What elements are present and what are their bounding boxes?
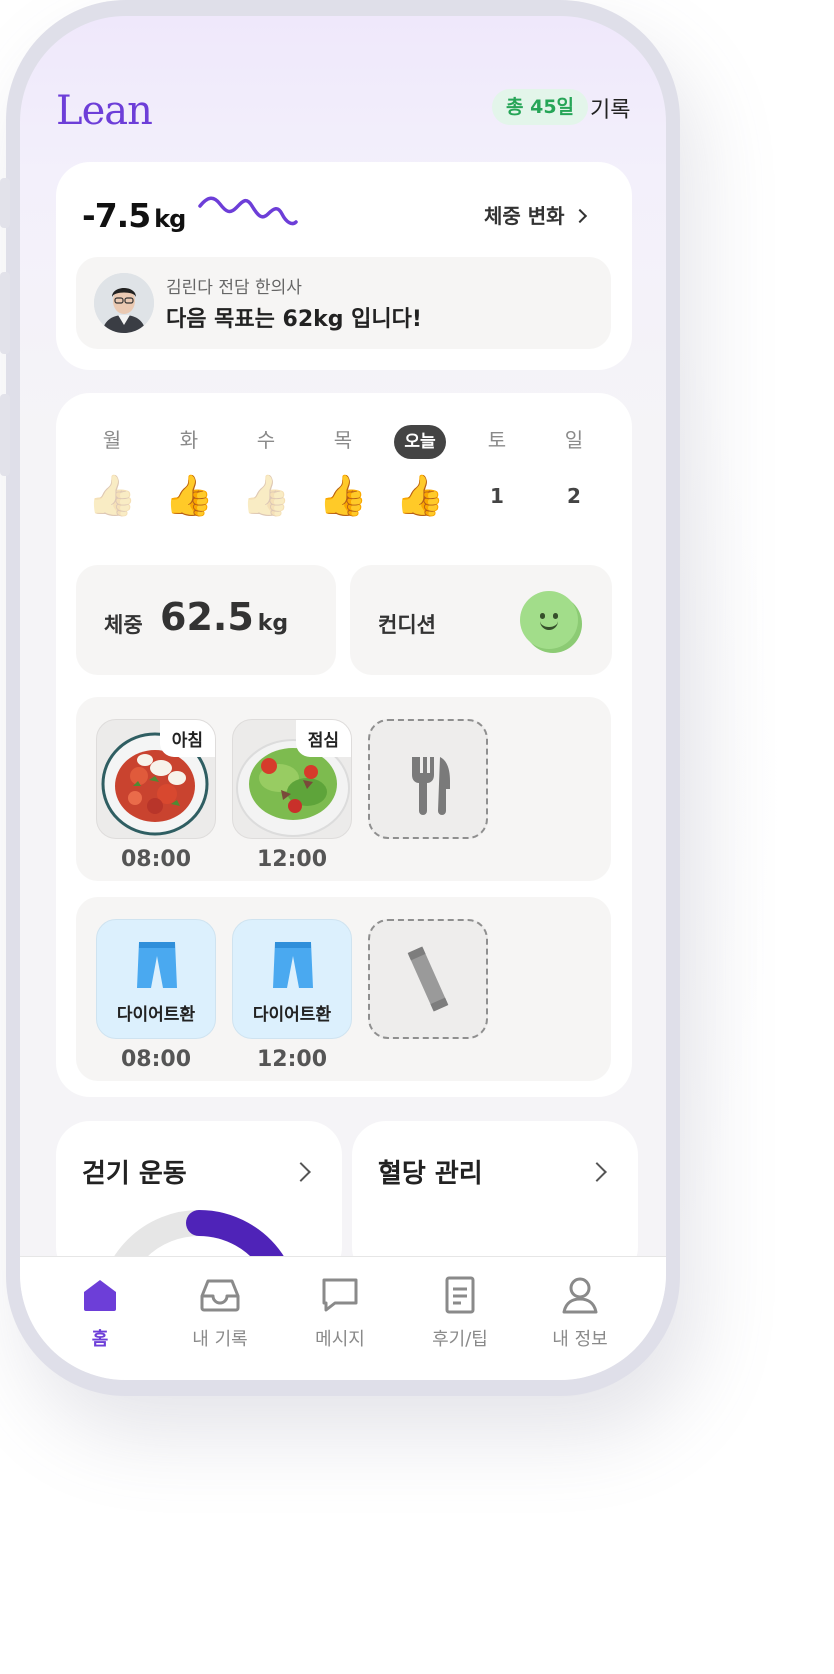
sparkline-icon — [198, 196, 298, 226]
message-icon — [280, 1275, 400, 1315]
weight-unit: kg — [257, 611, 289, 636]
meal-photo-breakfast[interactable]: 아침 — [96, 719, 216, 839]
tab-label: 홈 — [91, 1329, 109, 1350]
doctor-avatar — [94, 273, 154, 333]
meal-time: 08:00 — [120, 847, 192, 872]
phone-screen: Lean 총 45일 기록 -7.5 kg 체중 변화 김린다 전담 한의사 다… — [20, 16, 666, 1380]
weekday-5[interactable]: 토1 — [469, 423, 525, 525]
app-logo: Lean — [56, 88, 153, 134]
supplement-item[interactable]: 다이어트환 — [96, 919, 216, 1039]
weekday-label: 월 — [102, 428, 122, 452]
tab-reviews[interactable]: 후기/팁 — [400, 1275, 520, 1351]
weekday-label: 화 — [179, 428, 199, 452]
total-days-badge: 총 45일 — [492, 89, 589, 125]
supplement-item[interactable]: 다이어트환 — [232, 919, 352, 1039]
document-icon — [400, 1275, 520, 1315]
chevron-right-icon — [572, 208, 587, 224]
volume-down-button — [0, 394, 10, 476]
weight-summary-card: -7.5 kg 체중 변화 김린다 전담 한의사 다음 목표는 62kg 입니다… — [56, 162, 632, 370]
pants-icon — [137, 942, 177, 988]
weight-change-value: -7.5 — [82, 196, 151, 235]
supplement-list: 다이어트환 08:00 다이어트환 12:00 — [76, 897, 611, 1081]
weekday-label: 토 — [487, 428, 507, 452]
thumbs-up-icon: 👍 — [395, 473, 445, 519]
tab-label: 후기/팁 — [432, 1329, 488, 1350]
supplement-label: 다이어트환 — [252, 1005, 332, 1025]
doctor-message[interactable]: 김린다 전담 한의사 다음 목표는 62kg 입니다! — [76, 257, 611, 349]
tab-my-records[interactable]: 내 기록 — [160, 1275, 280, 1351]
today-pill: 오늘 — [394, 425, 446, 459]
weekday-label: 일 — [564, 428, 584, 452]
weekday-label: 수 — [256, 428, 276, 452]
weight-change-link-label: 체중 변화 — [484, 204, 565, 228]
weekday-0[interactable]: 월 👍 — [84, 423, 140, 525]
weekday-label: 목 — [333, 428, 353, 452]
tab-messages[interactable]: 메시지 — [280, 1275, 400, 1351]
pants-icon — [273, 942, 313, 988]
tab-label: 내 기록 — [192, 1329, 248, 1350]
week-strip: 월 👍 화 👍 수 👍 목 👍 오늘 👍 토 1 일 2 — [56, 423, 632, 533]
tab-label: 내 정보 — [552, 1329, 608, 1350]
mute-switch — [0, 178, 10, 228]
weight-change: -7.5 kg — [82, 196, 186, 235]
today-label: 오늘 — [392, 423, 448, 459]
chevron-right-icon — [291, 1162, 311, 1182]
daily-tracking-card: 월 👍 화 👍 수 👍 목 👍 오늘 👍 토 1 일 2 체중 62.5 kg 컨디션 — [56, 393, 632, 1097]
weight-number: 62.5 — [160, 595, 254, 639]
volume-up-button — [0, 272, 10, 354]
bottom-tab-bar: 홈 내 기록 메시지 후기/팁 내 정보 — [20, 1256, 666, 1380]
home-icon — [40, 1275, 160, 1315]
weight-stat[interactable]: 체중 62.5 kg — [76, 565, 336, 675]
meal-tag: 아침 — [159, 720, 215, 757]
smiley-icon — [520, 591, 578, 649]
supplement-time: 12:00 — [256, 1047, 328, 1072]
weight-change-link[interactable]: 체중 변화 — [484, 200, 587, 229]
thumbs-up-icon: 👍 — [241, 473, 291, 519]
add-meal-button[interactable] — [368, 719, 488, 839]
record-link[interactable]: 기록 — [590, 92, 630, 124]
weekday-2[interactable]: 수 👍 — [238, 423, 294, 525]
add-supplement-button[interactable] — [368, 919, 488, 1039]
meal-list: 아침 08:00 점심 12:00 — [76, 697, 611, 881]
tab-my-info[interactable]: 내 정보 — [520, 1275, 640, 1351]
meal-time: 12:00 — [256, 847, 328, 872]
thumbs-up-icon: 👍 — [164, 473, 214, 519]
day-number: 2 — [567, 484, 581, 508]
weight-change-unit: kg — [154, 205, 186, 233]
condition-label: 컨디션 — [378, 613, 436, 637]
supplement-time: 08:00 — [120, 1047, 192, 1072]
tab-home[interactable]: 홈 — [40, 1275, 160, 1351]
meal-tag: 점심 — [295, 720, 351, 757]
meal-photo-lunch[interactable]: 점심 — [232, 719, 352, 839]
blood-sugar-title: 혈당 관리 — [378, 1159, 483, 1189]
supplement-label: 다이어트환 — [116, 1005, 196, 1025]
weekday-1[interactable]: 화 👍 — [161, 423, 217, 525]
thumbs-up-icon: 👍 — [87, 473, 137, 519]
condition-stat[interactable]: 컨디션 — [350, 565, 612, 675]
thumbs-up-icon: 👍 — [318, 473, 368, 519]
weekday-3[interactable]: 목 👍 — [315, 423, 371, 525]
stick-pouch-icon — [407, 946, 449, 1012]
weekday-6[interactable]: 일2 — [546, 423, 602, 525]
tab-label: 메시지 — [315, 1329, 365, 1350]
person-icon — [520, 1275, 640, 1315]
doctor-label: 김린다 전담 한의사 — [166, 278, 302, 298]
walking-title: 걷기 운동 — [82, 1159, 187, 1189]
fork-knife-icon — [412, 757, 450, 815]
weekday-4[interactable]: 오늘 👍 — [392, 423, 448, 525]
inbox-icon — [160, 1275, 280, 1315]
chevron-right-icon — [587, 1162, 607, 1182]
day-number: 1 — [490, 484, 504, 508]
doctor-goal-message: 다음 목표는 62kg 입니다! — [166, 307, 422, 332]
weight-value: 62.5 kg — [160, 595, 288, 639]
weight-label: 체중 — [104, 613, 143, 637]
